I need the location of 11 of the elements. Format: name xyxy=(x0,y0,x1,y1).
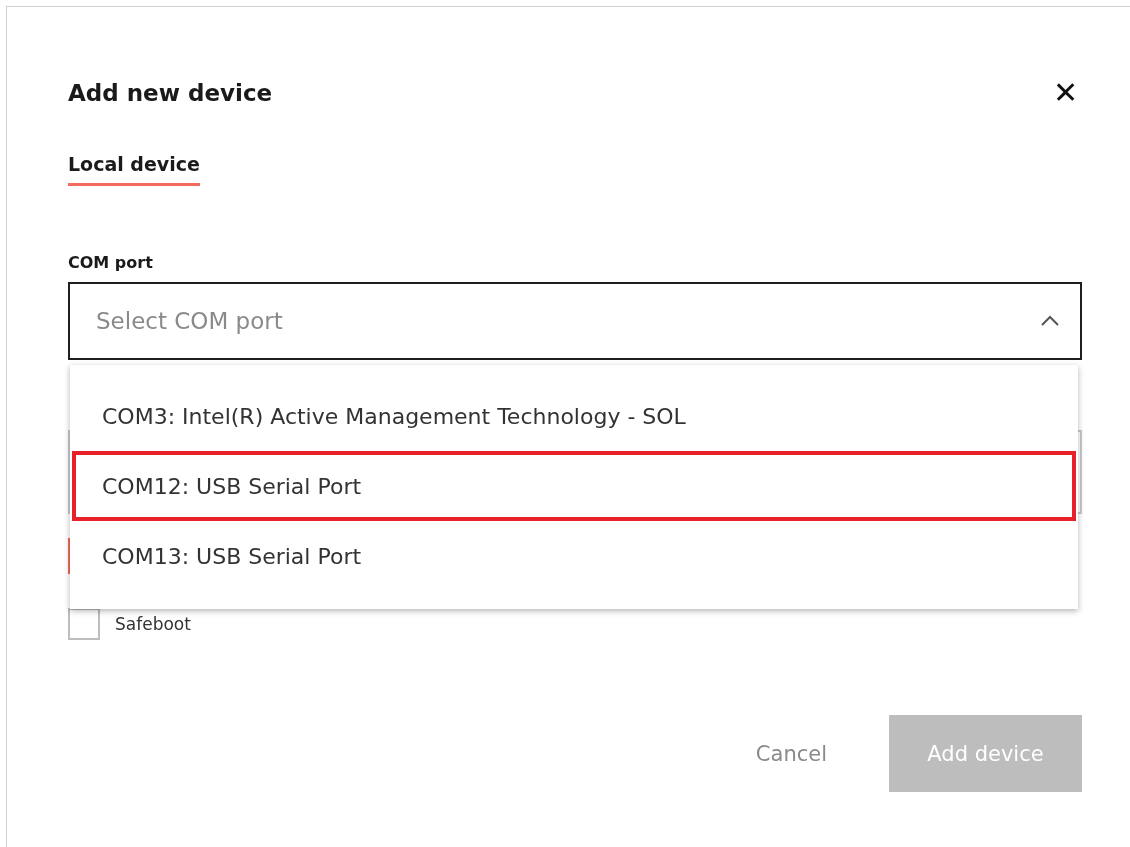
dropdown-option[interactable]: COM12: USB Serial Port xyxy=(72,451,1076,521)
checkbox-label: Safeboot xyxy=(115,614,191,634)
chevron-icon xyxy=(1040,315,1060,327)
checkbox[interactable] xyxy=(68,608,100,640)
tab[interactable]: Local device xyxy=(68,153,200,186)
field-label: COM port xyxy=(68,253,154,272)
close-button[interactable]: ✕ xyxy=(1049,78,1082,108)
placeholder-text: Select COM port xyxy=(96,308,283,334)
dropdown-option[interactable]: COM3: Intel(R) Active Management Technology - SOL xyxy=(72,381,1076,451)
dialog-title: Add new device xyxy=(68,80,273,106)
dropdown-option[interactable]: COM13: USB Serial Port xyxy=(72,521,1076,591)
